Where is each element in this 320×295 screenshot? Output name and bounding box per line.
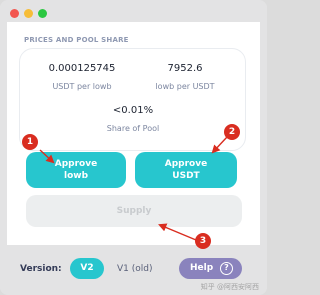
approve-usdt-button[interactable]: Approve USDT	[135, 152, 237, 188]
version-v1-link[interactable]: V1 (old)	[117, 264, 153, 274]
version-label: Version:	[20, 264, 62, 274]
footer-bar: Version: V2 V1 (old) Help ? 知乎 @阿西安阿西	[0, 245, 267, 295]
version-v2-button[interactable]: V2	[70, 258, 104, 279]
price-lowb-value: 0.000125745	[48, 63, 116, 74]
price-lowb-label: USDT per lowb	[52, 82, 112, 91]
help-icon: ?	[220, 262, 233, 275]
minimize-icon[interactable]	[24, 9, 33, 18]
supply-button[interactable]: Supply	[26, 195, 242, 227]
approve-usdt-line1: Approve	[164, 159, 208, 169]
approve-lowb-button[interactable]: Approve lowb	[26, 152, 126, 188]
close-icon[interactable]	[10, 9, 19, 18]
approve-lowb-line2: lowb	[63, 171, 89, 181]
help-button[interactable]: Help ?	[179, 258, 242, 279]
liquidity-panel: PRICES AND POOL SHARE 0.000125745 USDT p…	[7, 22, 260, 245]
watermark: 知乎 @阿西安阿西	[200, 283, 259, 291]
approve-lowb-line1: Approve	[54, 159, 98, 169]
title-bar	[0, 0, 267, 22]
price-usdt-value: 7952.6	[167, 63, 203, 74]
app-window: PRICES AND POOL SHARE 0.000125745 USDT p…	[0, 0, 267, 295]
step-2-badge: 2	[224, 124, 240, 140]
price-info-box: 0.000125745 USDT per lowb 7952.6 lowb pe…	[19, 48, 246, 151]
help-label: Help	[190, 263, 214, 273]
step-3-badge: 3	[195, 233, 211, 249]
zoom-icon[interactable]	[38, 9, 47, 18]
step-1-badge: 1	[22, 134, 38, 150]
pool-share-value: <0.01%	[112, 105, 154, 116]
price-usdt-label: lowb per USDT	[155, 82, 215, 91]
section-title: PRICES AND POOL SHARE	[24, 36, 129, 44]
approve-usdt-line2: USDT	[172, 171, 200, 181]
pool-share-label: Share of Pool	[106, 124, 160, 133]
